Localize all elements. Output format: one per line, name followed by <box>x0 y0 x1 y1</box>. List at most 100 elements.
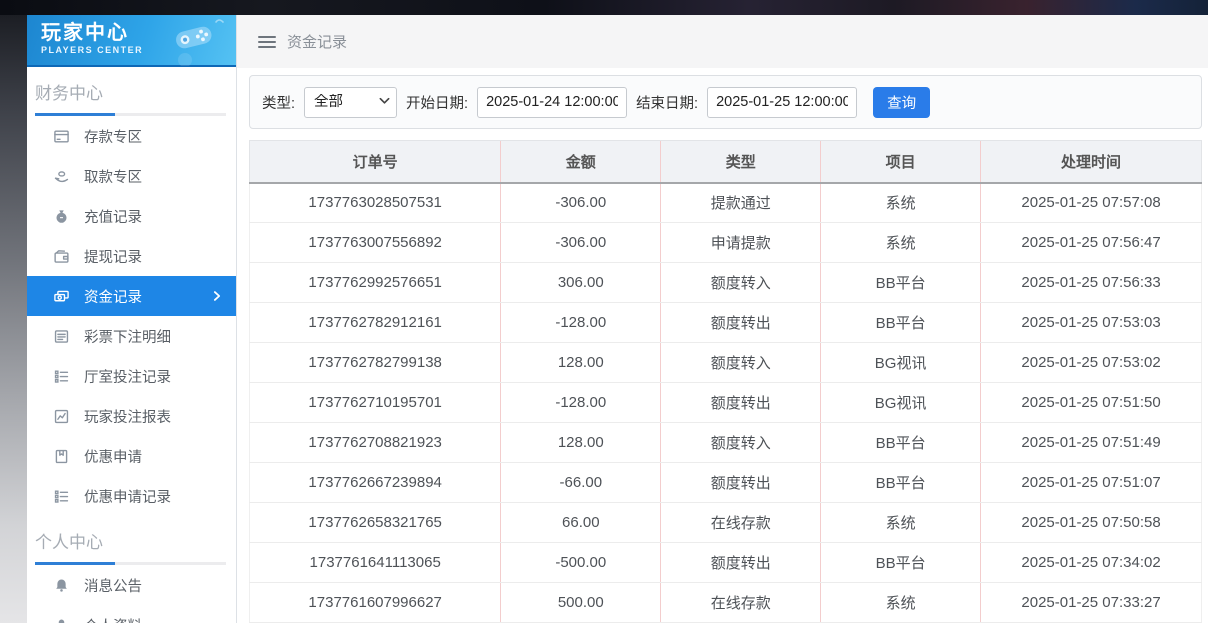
table-row: 1737762992576651306.00额度转入BB平台2025-01-25… <box>250 263 1202 303</box>
section-heading: 个人中心 <box>27 516 236 562</box>
sidebar-item-label: 取款专区 <box>84 166 142 187</box>
table-row: 1737762708821923128.00额度转入BB平台2025-01-25… <box>250 423 1202 463</box>
table-row: 1737762667239894-66.00额度转出BB平台2025-01-25… <box>250 463 1202 503</box>
sidebar-item-profile[interactable]: 个人资料 <box>27 605 236 623</box>
sidebar-item-coupon[interactable]: 优惠申请 <box>27 436 236 476</box>
start-date-label: 开始日期: <box>406 92 468 113</box>
table-row: 1737762782912161-128.00额度转出BB平台2025-01-2… <box>250 303 1202 343</box>
table-row: 173776265832176566.00在线存款系统2025-01-25 07… <box>250 503 1202 543</box>
sidebar-item-deposit-card[interactable]: 存款专区 <box>27 116 236 156</box>
table-cell: 1737761607996627 <box>250 583 501 623</box>
table-cell: 在线存款 <box>661 583 821 623</box>
end-date-input[interactable] <box>707 87 857 118</box>
table-row: 1737762782799138128.00额度转入BG视讯2025-01-25… <box>250 343 1202 383</box>
table-cell: -66.00 <box>501 463 661 503</box>
table-cell: 额度转入 <box>661 343 821 383</box>
document-icon <box>52 327 70 345</box>
table-cell: 2025-01-25 07:34:02 <box>981 543 1202 583</box>
sidebar-item-document[interactable]: 彩票下注明细 <box>27 316 236 356</box>
brand-title: 玩家中心 <box>41 22 236 45</box>
table-cell: 1737762658321765 <box>250 503 501 543</box>
table-cell: BB平台 <box>821 303 981 343</box>
column-header-project: 项目 <box>821 141 981 183</box>
topbar: 资金记录 <box>237 15 1208 68</box>
main-content: 资金记录 类型: 全部 开始日期: 结束日期: 查询 <box>237 15 1208 623</box>
start-date-input[interactable] <box>477 87 627 118</box>
table-cell: BG视讯 <box>821 383 981 423</box>
sidebar-item-withdraw-hand[interactable]: 取款专区 <box>27 156 236 196</box>
sidebar-item-list[interactable]: 厅室投注记录 <box>27 356 236 396</box>
table-cell: 1737763007556892 <box>250 223 501 263</box>
hamburger-menu-icon[interactable] <box>258 35 276 49</box>
profile-icon <box>52 616 70 623</box>
moneybag-icon <box>52 207 70 225</box>
deposit-card-icon <box>52 127 70 145</box>
table-cell: 2025-01-25 07:57:08 <box>981 183 1202 223</box>
sidebar-item-wallet[interactable]: 提现记录 <box>27 236 236 276</box>
table-cell: 1737761641113065 <box>250 543 501 583</box>
list-icon <box>52 367 70 385</box>
table-cell: -500.00 <box>501 543 661 583</box>
brand-subtitle: PLAYERS CENTER <box>41 45 236 55</box>
sidebar-item-funds[interactable]: 资金记录 <box>27 276 236 316</box>
table-cell: 额度转入 <box>661 423 821 463</box>
table-cell: 2025-01-25 07:56:47 <box>981 223 1202 263</box>
column-header-order-no: 订单号 <box>250 141 501 183</box>
records-table-wrap: 订单号 金额 类型 项目 处理时间 1737763028507531-306.0… <box>249 140 1202 623</box>
table-cell: 2025-01-25 07:50:58 <box>981 503 1202 543</box>
sidebar-item-moneybag[interactable]: 充值记录 <box>27 196 236 236</box>
sidebar-item-label: 消息公告 <box>84 575 142 596</box>
type-select-wrap: 全部 <box>304 87 397 118</box>
table-cell: 1737762782799138 <box>250 343 501 383</box>
sidebar-item-label: 优惠申请 <box>84 446 142 467</box>
table-cell: 1737762782912161 <box>250 303 501 343</box>
section-heading: 财务中心 <box>27 67 236 113</box>
table-cell: BB平台 <box>821 423 981 463</box>
end-date-label: 结束日期: <box>636 92 698 113</box>
sidebar-item-report-chart[interactable]: 玩家投注报表 <box>27 396 236 436</box>
type-select[interactable]: 全部 <box>304 87 397 118</box>
table-cell: 2025-01-25 07:51:49 <box>981 423 1202 463</box>
table-cell: 66.00 <box>501 503 661 543</box>
table-cell: BB平台 <box>821 263 981 303</box>
table-cell: 系统 <box>821 503 981 543</box>
table-cell: 500.00 <box>501 583 661 623</box>
search-button[interactable]: 查询 <box>873 87 930 118</box>
sidebar-item-label: 个人资料 <box>84 615 142 623</box>
chevron-right-icon <box>210 289 224 307</box>
table-cell: -128.00 <box>501 383 661 423</box>
table-cell: 128.00 <box>501 343 661 383</box>
filter-bar: 类型: 全部 开始日期: 结束日期: 查询 <box>249 75 1202 129</box>
sidebar-item-bell[interactable]: 消息公告 <box>27 565 236 605</box>
table-header-row: 订单号 金额 类型 项目 处理时间 <box>250 141 1202 183</box>
sidebar-item-label: 厅室投注记录 <box>84 366 171 387</box>
table-row: 1737763028507531-306.00提款通过系统2025-01-25 … <box>250 183 1202 223</box>
table-cell: 128.00 <box>501 423 661 463</box>
sidebar-nav: 财务中心存款专区取款专区充值记录提现记录资金记录彩票下注明细厅室投注记录玩家投注… <box>27 67 236 623</box>
page-title: 资金记录 <box>287 31 347 52</box>
table-cell: 2025-01-25 07:56:33 <box>981 263 1202 303</box>
sidebar-item-label: 资金记录 <box>84 286 142 307</box>
records-table: 订单号 金额 类型 项目 处理时间 1737763028507531-306.0… <box>249 140 1202 623</box>
sidebar-item-label: 彩票下注明细 <box>84 326 171 347</box>
table-cell: -128.00 <box>501 303 661 343</box>
table-cell: 1737762992576651 <box>250 263 501 303</box>
table-row: 1737761641113065-500.00额度转出BB平台2025-01-2… <box>250 543 1202 583</box>
content-body: 类型: 全部 开始日期: 结束日期: 查询 <box>237 68 1208 623</box>
table-cell: 额度转出 <box>661 383 821 423</box>
sidebar: 玩家中心 PLAYERS CENTER <box>27 15 237 623</box>
table-cell: BB平台 <box>821 463 981 503</box>
table-cell: BB平台 <box>821 543 981 583</box>
sidebar-item-label: 充值记录 <box>84 206 142 227</box>
report-chart-icon <box>52 407 70 425</box>
coupon-icon <box>52 447 70 465</box>
sidebar-item-list[interactable]: 优惠申请记录 <box>27 476 236 516</box>
table-cell: 在线存款 <box>661 503 821 543</box>
table-cell: 提款通过 <box>661 183 821 223</box>
table-cell: 额度转入 <box>661 263 821 303</box>
funds-icon <box>52 287 70 305</box>
table-cell: BG视讯 <box>821 343 981 383</box>
table-cell: 306.00 <box>501 263 661 303</box>
table-cell: 额度转出 <box>661 463 821 503</box>
sidebar-item-label: 优惠申请记录 <box>84 486 171 507</box>
